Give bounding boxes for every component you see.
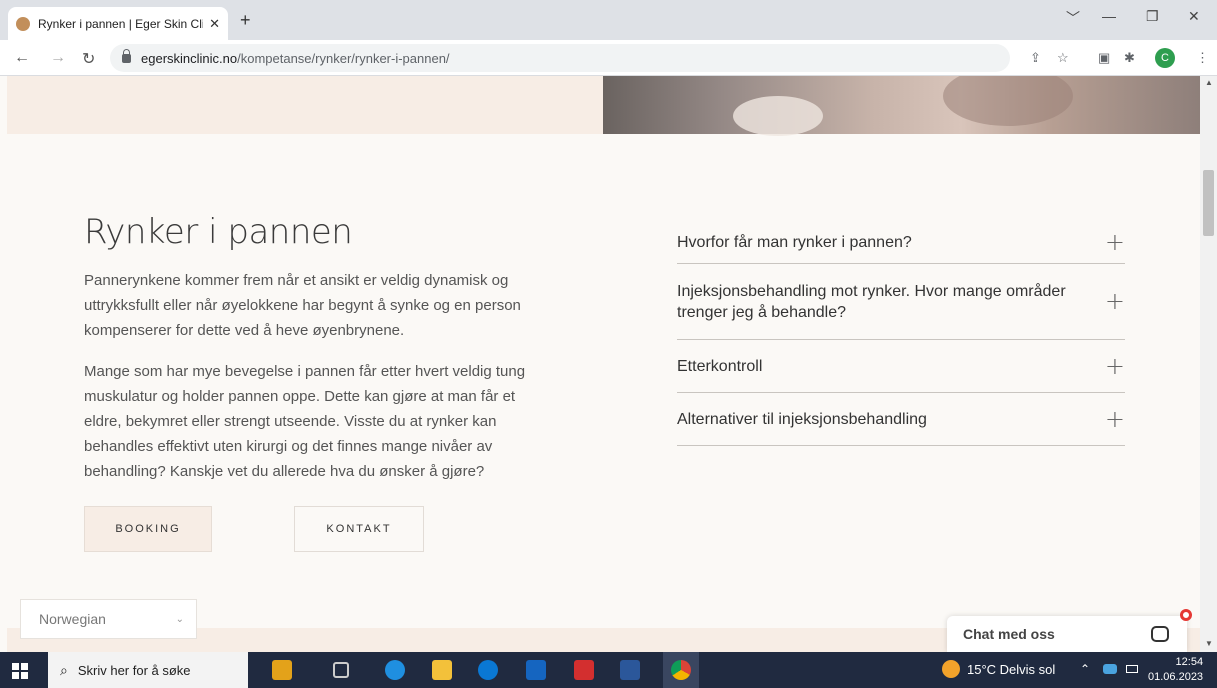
chat-widget[interactable]: Chat med oss — [947, 616, 1187, 652]
url-host: egerskinclinic.no — [141, 50, 238, 66]
lock-icon — [122, 48, 131, 63]
restore-button[interactable]: ❐ — [1146, 8, 1159, 25]
faq-question: Alternativer til injeksjonsbehandling — [677, 410, 927, 428]
taskbar-search[interactable]: ⌕ Skriv her for å søke — [48, 652, 248, 688]
hero-band — [7, 76, 603, 134]
edge-browser-icon[interactable] — [385, 660, 405, 680]
scroll-thumb[interactable] — [1203, 170, 1214, 236]
outlook-icon[interactable] — [526, 660, 546, 680]
reload-icon[interactable]: ↻ — [82, 49, 95, 69]
language-select[interactable]: Norwegian ⌄ — [20, 599, 197, 639]
chat-bubble-icon[interactable] — [1151, 626, 1169, 642]
faq-question: Hvorfor får man rynker i pannen? — [677, 234, 912, 251]
acrobat-icon[interactable] — [574, 660, 594, 680]
browser-toolbar: ← → ↻ egerskinclinic.no/kompetanse/rynke… — [0, 40, 1217, 76]
intro-section: Rynker i pannen Pannerynkene kommer frem… — [84, 212, 534, 484]
file-explorer-icon[interactable] — [432, 660, 452, 680]
chevron-down-icon: ⌄ — [175, 613, 184, 625]
extensions-puzzle-icon[interactable]: ✱ — [1124, 50, 1135, 66]
intro-paragraph-2: Mange som har mye bevegelse i pannen får… — [84, 363, 526, 480]
battery-icon[interactable] — [1126, 665, 1138, 673]
chrome-icon — [671, 660, 691, 680]
intro-paragraph-1: Pannerynkene kommer frem når et ansikt e… — [84, 272, 521, 339]
back-icon[interactable]: ← — [14, 49, 30, 67]
contact-button[interactable]: KONTAKT — [294, 506, 424, 552]
close-window-button[interactable]: ✕ — [1188, 8, 1200, 25]
image-finger-shape — [733, 96, 823, 136]
profile-avatar[interactable]: C — [1155, 48, 1175, 68]
browser-tab[interactable]: Rynker i pannen | Eger Skin Clinic ✕ — [8, 7, 228, 40]
address-bar[interactable]: egerskinclinic.no/kompetanse/rynker/rynk… — [110, 44, 1010, 72]
booking-button[interactable]: BOOKING — [84, 506, 212, 552]
chat-label: Chat med oss — [963, 626, 1055, 642]
windows-start-icon[interactable] — [12, 663, 28, 679]
cta-buttons: BOOKING KONTAKT — [84, 506, 424, 552]
taskbar-search-placeholder: Skriv her for å søke — [77, 662, 191, 678]
faq-item[interactable]: Injeksjonsbehandling mot rynker. Hvor ma… — [677, 264, 1125, 340]
task-view-icon[interactable] — [333, 662, 349, 678]
word-icon[interactable] — [620, 660, 640, 680]
weather-text[interactable]: 15°C Delvis sol — [967, 662, 1055, 677]
pdf-extension-icon[interactable]: ▣ — [1098, 50, 1110, 66]
briefcase-app-icon[interactable] — [272, 660, 292, 680]
windows-taskbar: ⌕ Skriv her for å søke 15°C Delvis sol ⌃… — [0, 652, 1217, 688]
page-title: Rynker i pannen — [84, 212, 353, 252]
skype-icon[interactable] — [478, 660, 498, 680]
faq-item[interactable]: Alternativer til injeksjonsbehandling + — [677, 393, 1125, 446]
chrome-taskbar-active[interactable] — [663, 652, 699, 688]
expand-plus-icon[interactable]: + — [1105, 354, 1125, 378]
language-selected-value: Norwegian — [39, 611, 106, 627]
faq-accordion: Hvorfor får man rynker i pannen? + Injek… — [677, 222, 1125, 446]
share-icon[interactable]: ⇪ — [1030, 50, 1041, 66]
search-icon: ⌕ — [60, 661, 68, 678]
site-favicon-icon — [16, 16, 30, 31]
tray-chevron-icon[interactable]: ⌃ — [1080, 662, 1090, 676]
network-icon[interactable] — [1103, 664, 1117, 674]
chat-notification-icon — [1180, 609, 1192, 621]
menu-kebab-icon[interactable]: ⋮ — [1196, 50, 1209, 66]
minimize-button[interactable]: — — [1102, 8, 1116, 24]
faq-question: Injeksjonsbehandling mot rynker. Hvor ma… — [677, 282, 1066, 321]
scroll-up-icon[interactable]: ▲ — [1205, 78, 1213, 87]
page-viewport: Rynker i pannen Pannerynkene kommer frem… — [0, 76, 1200, 652]
scroll-down-icon[interactable]: ▼ — [1205, 639, 1213, 648]
url-path: /kompetanse/rynker/rynker-i-pannen/ — [237, 50, 450, 66]
clock-date: 01.06.2023 — [1148, 671, 1204, 683]
faq-item[interactable]: Etterkontroll + — [677, 340, 1125, 393]
weather-icon — [942, 660, 960, 678]
expand-plus-icon[interactable]: + — [1105, 407, 1125, 431]
new-tab-button[interactable]: + — [240, 10, 251, 31]
faq-question: Etterkontroll — [677, 357, 763, 375]
tab-close-icon[interactable]: ✕ — [209, 16, 220, 32]
forward-icon[interactable]: → — [50, 49, 66, 67]
hero-face-image — [603, 76, 1200, 136]
clock-time: 12:54 — [1175, 656, 1204, 668]
faq-item[interactable]: Hvorfor får man rynker i pannen? + — [677, 222, 1125, 264]
expand-plus-icon[interactable]: + — [1105, 289, 1125, 313]
system-clock[interactable]: 12:54 01.06.2023 — [1148, 655, 1203, 685]
image-nose-shape — [943, 76, 1073, 126]
tab-title: Rynker i pannen | Eger Skin Clinic — [38, 16, 204, 31]
expand-plus-icon[interactable]: + — [1105, 230, 1125, 254]
browser-tab-bar: Rynker i pannen | Eger Skin Clinic ✕ + ﹀… — [0, 0, 1217, 40]
page-scrollbar[interactable]: ▲ ▼ — [1200, 76, 1217, 652]
bookmark-star-icon[interactable]: ☆ — [1057, 50, 1069, 66]
tab-search-icon[interactable]: ﹀ — [1066, 8, 1080, 28]
